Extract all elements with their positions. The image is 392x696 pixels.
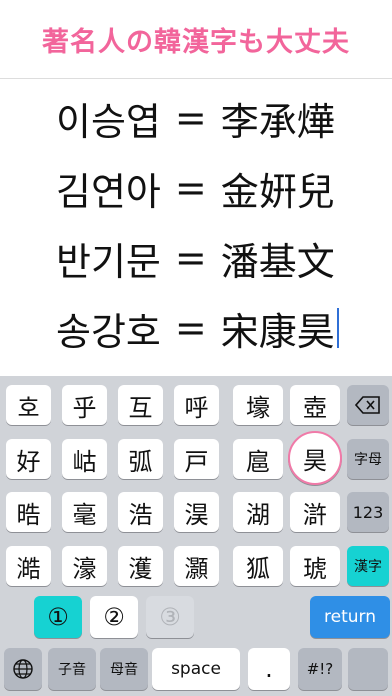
entry-row: 김연아 = 金姸兒 — [56, 158, 335, 218]
entry-row: 이승엽 = 李承燁 — [56, 88, 335, 148]
entry-row: 반기문 = 潘基文 — [56, 228, 335, 288]
hanja-key[interactable]: 호 — [6, 385, 51, 425]
jamo-key[interactable]: 字母 — [347, 439, 389, 479]
globe-icon — [12, 658, 34, 680]
candidate-page-key[interactable]: ① — [34, 596, 82, 638]
hanja-key[interactable]: 琥 — [290, 546, 340, 586]
globe-key[interactable] — [4, 648, 42, 690]
hanja-key[interactable]: 壕 — [233, 385, 283, 425]
entry-hangul: 반기문 — [56, 239, 161, 284]
hanja-key[interactable]: 呼 — [174, 385, 219, 425]
hanja-key[interactable]: 濠 — [62, 546, 107, 586]
return-key[interactable]: return — [310, 596, 390, 638]
entry-hanja: 潘基文 — [220, 239, 335, 284]
entry-hanja: 李承燁 — [220, 99, 335, 144]
app-header: 著名人の韓漢字も大丈夫 — [0, 0, 392, 79]
hanja-key[interactable]: 戸 — [174, 439, 219, 479]
entry-hangul: 송강호 — [56, 309, 161, 354]
candidate-page-key[interactable]: ② — [90, 596, 138, 638]
entry-hanja: 宋康昊 — [220, 309, 335, 354]
entry-equals: = — [174, 166, 207, 210]
hanja-key[interactable]: 互 — [118, 385, 163, 425]
period-key[interactable]: . — [248, 648, 290, 690]
vowel-key[interactable]: 母音 — [100, 648, 148, 690]
hanja-keyboard: 호 乎 互 呼 壕 壺 好 岵 弧 戸 扈 昊 字母 晧 毫 浩 淏 湖 滸 1… — [0, 376, 392, 696]
hanja-key[interactable]: 壺 — [290, 385, 340, 425]
hanja-key[interactable]: 湖 — [233, 492, 283, 532]
entry-equals: = — [174, 236, 207, 280]
entry-hangul: 이승엽 — [56, 99, 161, 144]
candidate-page-key[interactable]: ③ — [146, 596, 194, 638]
space-key[interactable]: space — [152, 648, 240, 690]
entry-equals: = — [174, 306, 207, 350]
entry-hangul: 김연아 — [56, 169, 161, 214]
hanja-key[interactable]: 乎 — [62, 385, 107, 425]
hanja-key[interactable]: 滸 — [290, 492, 340, 532]
symbols-key[interactable]: #!? — [298, 648, 342, 690]
entry-equals: = — [174, 96, 207, 140]
hanja-key[interactable]: 澔 — [6, 546, 51, 586]
text-cursor — [336, 308, 339, 348]
entry-row-active[interactable]: 송강호 = 宋康昊 — [56, 298, 339, 358]
hanja-key[interactable]: 浩 — [118, 492, 163, 532]
hanja-key[interactable]: 弧 — [118, 439, 163, 479]
hanja-key[interactable]: 岵 — [62, 439, 107, 479]
hanja-key[interactable]: 晧 — [6, 492, 51, 532]
delete-key[interactable] — [347, 385, 389, 425]
hanja-key[interactable]: 淏 — [174, 492, 219, 532]
entry-hanja: 金姸兒 — [220, 169, 335, 214]
hanja-key[interactable]: 好 — [6, 439, 51, 479]
backspace-icon — [355, 396, 381, 414]
hanja-key[interactable]: 扈 — [233, 439, 283, 479]
hanja-key[interactable]: 毫 — [62, 492, 107, 532]
name-entries: 이승엽 = 李承燁 김연아 = 金姸兒 반기문 = 潘基文 송강호 = 宋康昊 — [0, 79, 392, 371]
hanja-key[interactable]: 狐 — [233, 546, 283, 586]
hanja-key[interactable]: 濩 — [118, 546, 163, 586]
hanja-key-selected[interactable]: 昊 — [288, 431, 342, 485]
number-key[interactable]: 123 — [347, 492, 389, 532]
hanja-mode-key[interactable]: 漢字 — [347, 546, 389, 586]
consonant-key[interactable]: 子音 — [48, 648, 96, 690]
blank-fn-key[interactable] — [348, 648, 388, 690]
header-title: 著名人の韓漢字も大丈夫 — [42, 26, 350, 58]
hanja-key[interactable]: 灝 — [174, 546, 219, 586]
